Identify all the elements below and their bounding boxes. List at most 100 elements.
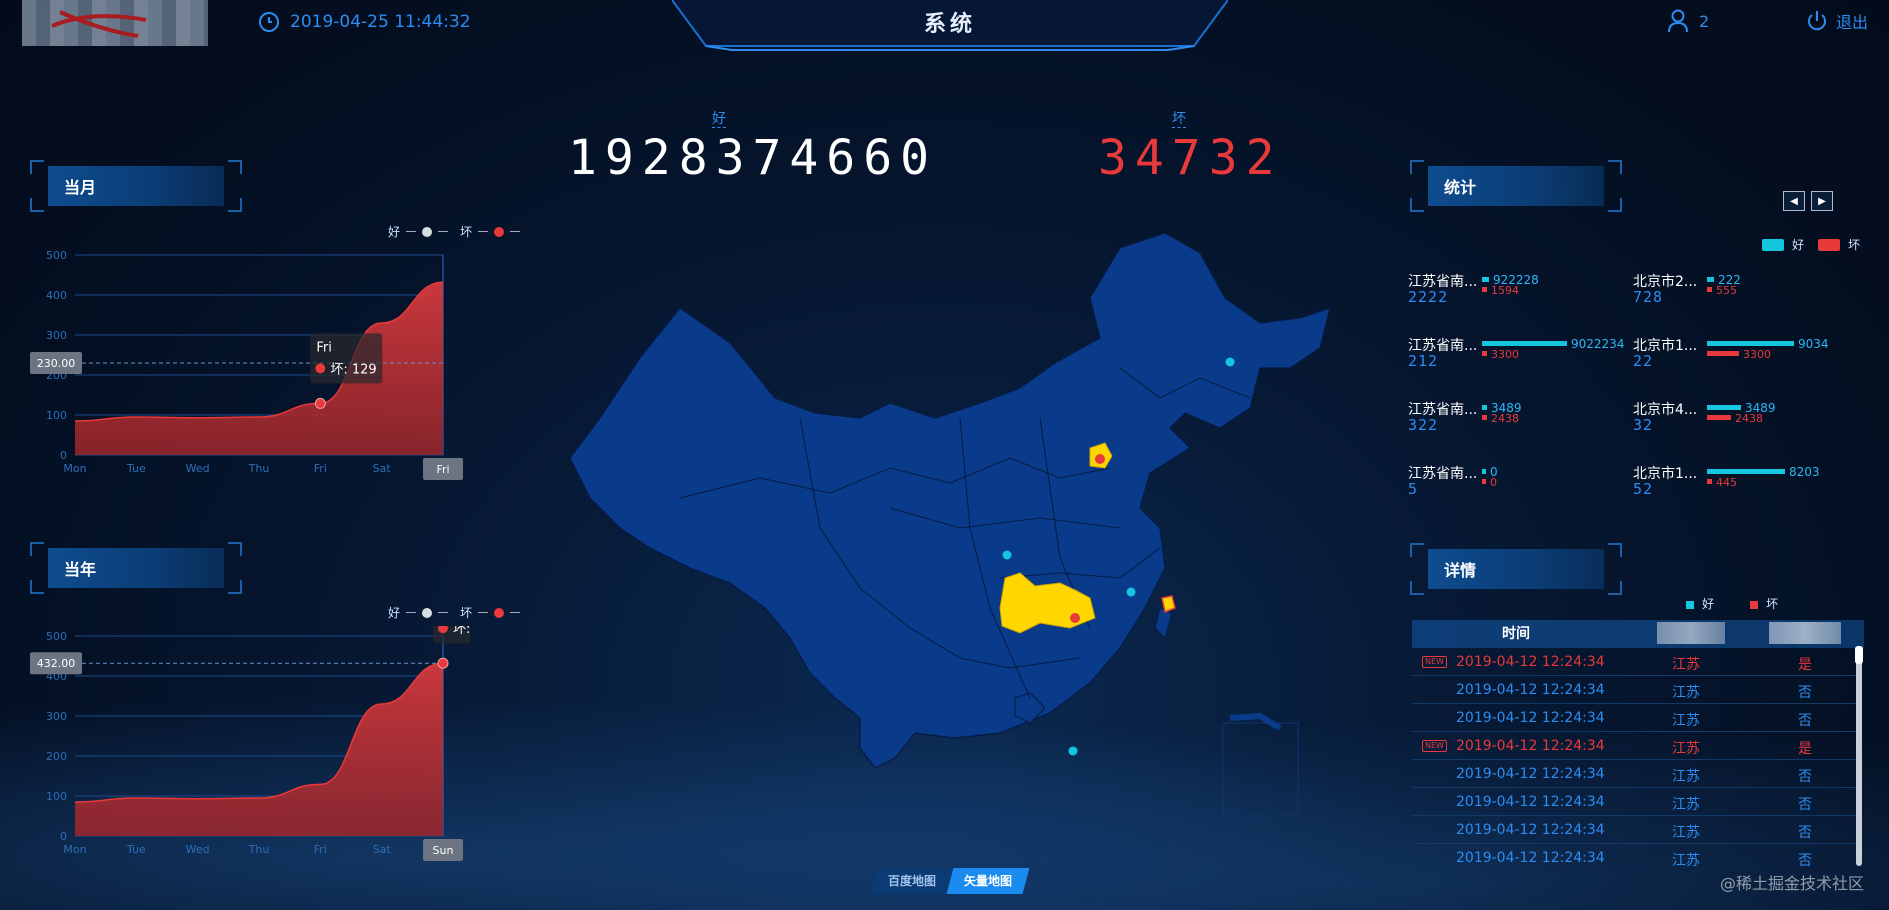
stat-good-bar [1482, 277, 1489, 282]
stat-item[interactable]: 江苏省南... 2222 922228 1594 [1408, 271, 1633, 321]
baidu-map-label: 百度地图 [888, 874, 937, 888]
stat-code: 32 [1633, 416, 1654, 434]
row-flag: 否 [1798, 769, 1812, 785]
table-scrollbar[interactable] [1856, 646, 1862, 866]
stat-item[interactable]: 江苏省南... 5 0 0 [1408, 463, 1633, 513]
stats-legend[interactable]: 好 坏 [1762, 236, 1860, 253]
yearly-area-chart[interactable]: 0100200300400500MonTueWedThuFriSatSun432… [20, 626, 470, 866]
yearly-ytick: 0 [60, 830, 67, 843]
bad-square-icon [1750, 600, 1759, 609]
prev-page-button[interactable]: ◀ [1783, 191, 1805, 211]
watermark: @稀土掘金技术社区 [1719, 874, 1864, 893]
stat-bad-value: 3300 [1491, 348, 1519, 361]
row-time: 2019-04-12 12:24:34 [1456, 738, 1605, 754]
stat-bad-bar [1482, 287, 1487, 292]
table-row[interactable]: 2019-04-12 12:24:34 江苏 否 [1412, 788, 1856, 816]
table-row[interactable]: 2019-04-12 12:24:34 江苏 否 [1412, 844, 1856, 870]
title-frame: 系统 [672, 0, 1228, 52]
vector-map-tab[interactable]: 矢量地图 [946, 868, 1030, 894]
south-sea-inset [1222, 722, 1299, 817]
monthly-point[interactable] [314, 397, 326, 409]
stat-bad-bar [1707, 415, 1731, 420]
details-panel-title: 详情 [1444, 561, 1477, 580]
stat-bad-value: 2438 [1491, 412, 1519, 425]
stat-bad-value: 1594 [1491, 284, 1519, 297]
table-row[interactable]: 2019-04-12 12:24:34 江苏 否 [1412, 816, 1856, 844]
row-flag: 否 [1798, 685, 1812, 701]
stat-bad-bar [1482, 479, 1486, 484]
map-point-bad[interactable] [1095, 454, 1105, 464]
details-legend: 好 坏 [1686, 595, 1778, 612]
stat-item[interactable]: 北京市4... 32 3489 2438 [1633, 399, 1858, 449]
monthly-xtick: Wed [186, 462, 210, 475]
monthly-tooltip-value: 坏: 129 [330, 362, 376, 377]
bad-dot-icon [494, 226, 505, 237]
map-point-bad[interactable] [1070, 613, 1080, 623]
good-counter-label: 好 [712, 111, 726, 128]
clock-icon [259, 12, 279, 32]
details-legend-bad-item: 坏 [1750, 595, 1778, 612]
map-point-good[interactable] [1225, 357, 1235, 367]
yearly-ytick: 200 [46, 750, 67, 763]
table-row[interactable]: 2019-04-12 12:24:34 江苏 否 [1412, 676, 1856, 704]
row-province: 江苏 [1672, 713, 1700, 729]
logo [22, 0, 208, 46]
table-row[interactable]: NEW 2019-04-12 12:24:34 江苏 是 [1412, 732, 1856, 760]
stat-item[interactable]: 江苏省南... 322 3489 2438 [1408, 399, 1633, 449]
monthly-ytick: 100 [46, 409, 67, 422]
monthly-legend[interactable]: 好 坏 [388, 223, 521, 240]
stat-item[interactable]: 北京市1... 52 8203 445 [1633, 463, 1858, 513]
map-point-good[interactable] [1002, 550, 1012, 560]
row-flag: 是 [1798, 657, 1812, 673]
stats-panel-title: 统计 [1444, 178, 1477, 197]
next-page-button[interactable]: ▶ [1811, 191, 1833, 211]
user-menu[interactable]: 2 [1667, 9, 1709, 33]
stat-item[interactable]: 北京市1... 22 9034 3300 [1633, 335, 1858, 385]
column-redacted [1769, 622, 1841, 644]
yearly-ytick: 300 [46, 710, 67, 723]
monthly-xtick: Tue [126, 462, 146, 475]
logout-button[interactable]: 退出 [1806, 9, 1868, 33]
stat-good-value: 9022234 [1571, 337, 1625, 351]
baidu-map-tab[interactable]: 百度地图 [870, 868, 954, 894]
yearly-series-area[interactable] [75, 663, 443, 836]
map-point-good[interactable] [1068, 746, 1078, 756]
yearly-legend[interactable]: 好 坏 [388, 604, 521, 621]
stat-item[interactable]: 北京市2... 728 222 555 [1633, 271, 1858, 321]
bad-counter-label-wrap: 坏 [1172, 108, 1186, 128]
monthly-xtick: Fri [314, 462, 327, 475]
new-badge: NEW [1422, 740, 1447, 752]
map-shanghai-highlight[interactable] [1161, 595, 1176, 614]
yearly-point[interactable] [437, 657, 449, 669]
monthly-ytick: 500 [46, 249, 67, 262]
table-scroll-thumb[interactable] [1855, 646, 1863, 664]
stat-good-bar [1482, 469, 1486, 474]
stat-good-bar [1707, 277, 1714, 282]
good-counter-value: 1928374660 [568, 130, 937, 186]
stat-bad-value: 0 [1490, 476, 1497, 489]
details-table[interactable]: 时间 NEW 2019-04-12 12:24:34 江苏是 2019-04-12 1… [1412, 620, 1864, 870]
stat-bad-bar [1707, 287, 1712, 292]
china-map[interactable] [560, 228, 1340, 828]
table-row[interactable]: 2019-04-12 12:24:34 江苏 否 [1412, 760, 1856, 788]
table-header: 时间 [1412, 620, 1864, 648]
logo-mark [51, 10, 147, 38]
column-time: 时间 [1502, 626, 1530, 642]
table-row[interactable]: NEW 2019-04-12 12:24:34 江苏 是 [1412, 648, 1856, 676]
yearly-xtick: Mon [63, 843, 86, 856]
stat-good-bar [1707, 341, 1794, 346]
map-point-good[interactable] [1126, 587, 1136, 597]
stat-bad-bar [1707, 479, 1712, 484]
yearly-legend-good: 好 [388, 606, 401, 620]
map-taiwan[interactable] [1154, 607, 1173, 639]
yearly-x-marker-text: Sun [433, 844, 454, 857]
map-mainland[interactable] [569, 232, 1331, 769]
monthly-series-area[interactable] [75, 282, 443, 455]
monthly-area-chart[interactable]: 0100200300400500MonTueWedThuFriSatSun230… [20, 245, 470, 485]
table-row[interactable]: 2019-04-12 12:24:34 江苏 否 [1412, 704, 1856, 732]
yearly-panel-header: 当年 [30, 542, 242, 594]
bad-swatch-icon [1818, 238, 1841, 251]
monthly-legend-bad: 坏 [460, 225, 473, 239]
row-province: 江苏 [1672, 825, 1700, 841]
stat-item[interactable]: 江苏省南... 212 9022234 3300 [1408, 335, 1633, 385]
